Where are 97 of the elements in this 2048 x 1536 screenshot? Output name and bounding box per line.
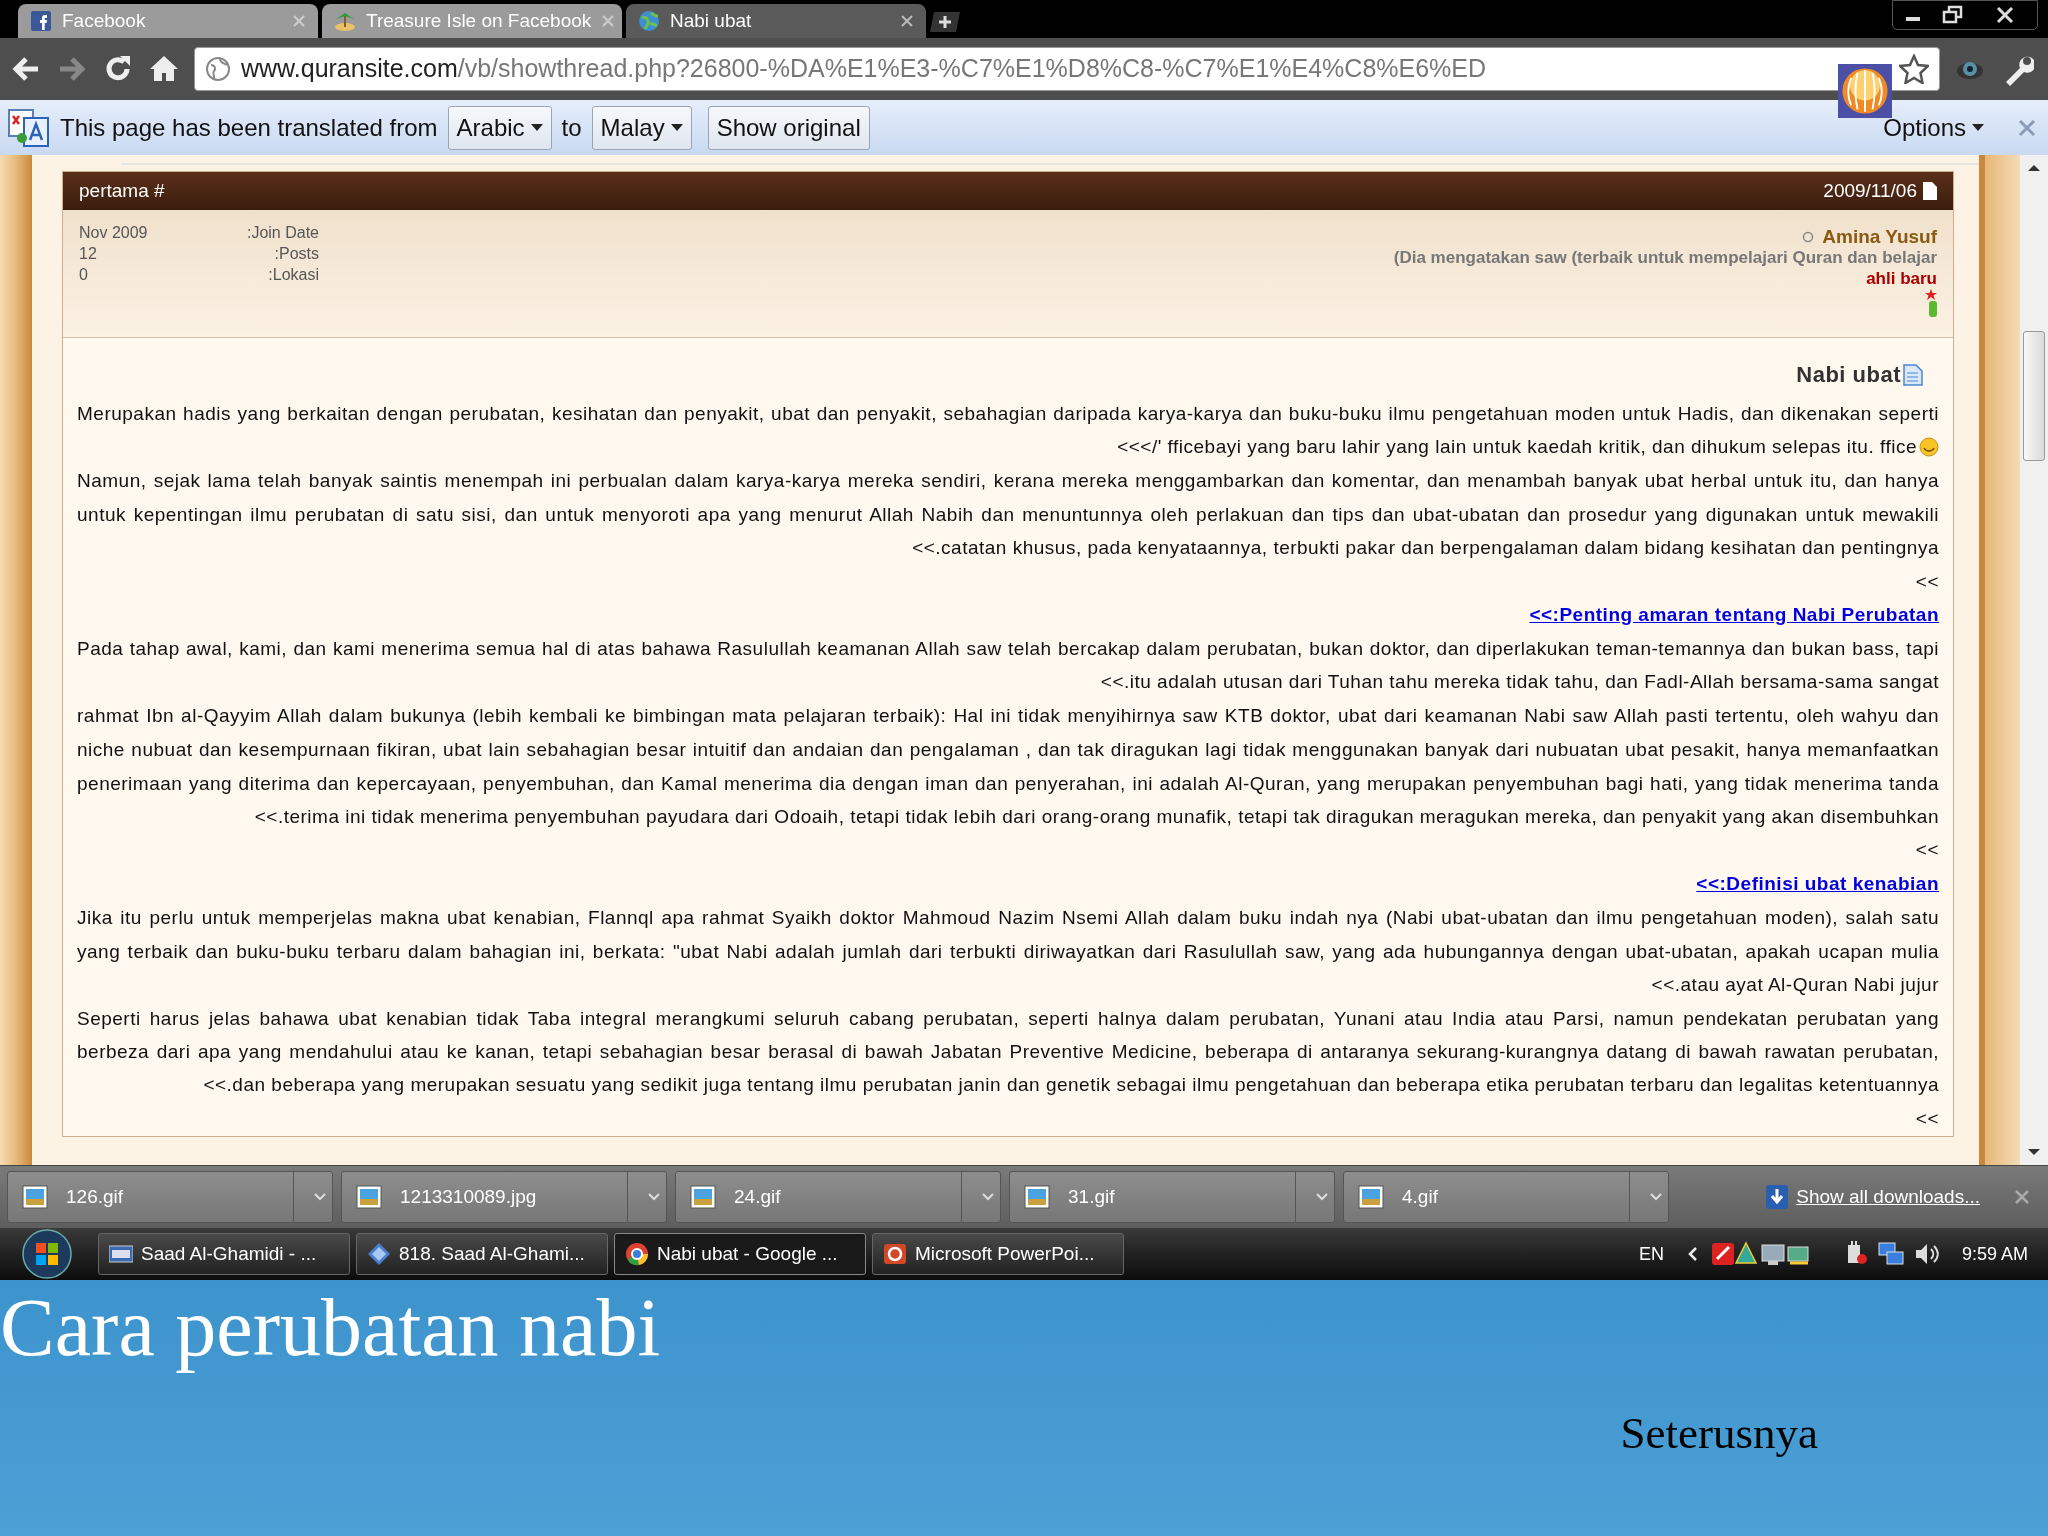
tab-label: Facebook	[62, 8, 147, 33]
caret-icon[interactable]	[646, 1192, 662, 1202]
image-file-icon	[1024, 1185, 1050, 1209]
translate-icon	[8, 107, 50, 148]
connector-text: to	[561, 112, 582, 143]
star-icon	[1925, 289, 1937, 301]
body-text-line: untuk kepentingan ilmu perubatan di satu sisi, dan untuk menyoroti apa yang menurut Allah Nabih dan menuntunnya oleh perlakuan dan tips dan ubat-ubatan dan prosedur yang digunakan untuk mewakili	[77, 502, 1939, 527]
body-text-line: <<.dan beberapa yang merupakan sesuatu yang sedikit juga tentang ilmu perubatan janin dan genetik sebagai ilmu pengetahuan dan beberapa etika perubatan terbaru dan legalitas ketentuannya	[203, 1073, 1939, 1098]
post-title: Nabi ubat	[1796, 361, 1901, 389]
taskbar-button[interactable]: Nabi ubat - Google ...	[614, 1233, 866, 1275]
reputation-bar-icon	[1929, 301, 1937, 317]
download-item[interactable]: 1213310089.jpg	[341, 1171, 667, 1223]
image-file-icon	[690, 1185, 716, 1209]
download-item[interactable]: 31.gif	[1009, 1171, 1335, 1223]
monitor-icon	[109, 1242, 133, 1266]
body-text-line: Namun, sejak lama telah banyak saintis menempah ini perbualan dalam karya-karya mereka sendiri, kerana mereka menggambarkan dan komentar, dan menambah banyak ubat herbal untuk itu, dan hanya	[77, 469, 1939, 494]
scrollbar[interactable]	[2020, 155, 2048, 1165]
status-dot-icon	[1802, 230, 1815, 243]
scroll-down-icon[interactable]	[2028, 1147, 2040, 1157]
network-icon[interactable]	[1877, 1241, 1904, 1267]
body-text-line: <<.itu adalah utusan dari Tuhan tahu mereka tidak tahu, dan Fadl-Allah bersama-sama sangat	[1100, 670, 1939, 695]
user-title: (Dia mengatakan saw (terbaik untuk mempelajari Quran dan belajar	[1393, 247, 1937, 268]
caret-icon[interactable]	[980, 1192, 996, 1202]
body-text-line: Pada tahap awal, kami, dan kami menerima semua hal di atas bahawa Rasulullah keamanan Allah saw telah bercakap dalam perubatan, bukan doktor, dan diperlakukan teman-temannya dan bukan bass, tapi	[77, 637, 1939, 662]
download-item[interactable]: 4.gif	[1343, 1171, 1669, 1223]
body-text-line: <<	[1915, 838, 1939, 863]
body-text-line: niche nubuat dan kesempurnaan fikiran, ubat lain sebahagian besar intuitif dan andaian dan pengalaman , dan tak diragukan lagi tidak menggunakan banyak dari nubuatan ubat pesakit, hanya memanfaatkan	[77, 737, 1939, 762]
body-text-line: <<.terima ini tidak menerima penyembuhan payudara dari Odoaih, tetapi tidak lebih dari orang-orang munafik, tetapi tak diragukan meragukan mereka, dan penyakit yang akan disembuhkan	[254, 804, 1939, 829]
post-date: 2009/11/06	[1823, 178, 1917, 203]
slides-icon	[883, 1242, 907, 1266]
section-link[interactable]: <<:Penting amaran tentang Nabi Perubatan	[1529, 601, 1939, 630]
body-text-line: penerimaan yang diterima dan kepercayaan, penyembuhan, dan Kamal menerima dia dengan iman dan penyerahan, ini adalah Al-Quran, yang merupakan penyembuhan bagi hati, yang tidak menerima tanda	[77, 771, 1939, 796]
diamond-icon	[367, 1242, 391, 1266]
body-text-line: <<	[1915, 569, 1939, 594]
slide-title: Cara perubatan nabi	[0, 1284, 661, 1372]
body-text-line: Seperti harus jelas bahawa ubat kenabian tidak Taba integral merangkumi seluruh cabang perubatan, seperti halnya dalam perubatan, Yunani atau India atau Parsi, namun pendekatan perubatan yang	[77, 1006, 1939, 1031]
globe-icon	[638, 10, 660, 32]
body-text-line: berbeza dari apa yang mendahului atau ke kanan, tetapi sebahagian besar berasal di bawah Jabatan Preventive Medicine, beberapa di antaranya sekurang-kurangnya datang di bawah rawatan perubatan,	[77, 1040, 1939, 1065]
browser-tab[interactable]: Nabi ubat	[626, 4, 926, 38]
image-file-icon	[22, 1185, 48, 1209]
body-text-line: <<.catatan khusus, pada kenyataannya, terbukti pakar dan berpengalaman dalam bidang kesihatan dan pentingnya	[912, 535, 1939, 560]
body-text-line: <<	[1915, 1107, 1939, 1131]
image-file-icon	[356, 1185, 382, 1209]
globe-icon	[205, 56, 231, 82]
clock-time[interactable]: 9:59 AM	[1961, 1240, 2028, 1268]
chevron-left-icon[interactable]	[1687, 1246, 1698, 1262]
show-all-downloads-link[interactable]: Show all downloads...	[1796, 1182, 1980, 1212]
translate-message: This page has been translated from	[60, 112, 438, 143]
body-text-line: <<.atau ayat Al-Quran Nabi jujur	[1651, 972, 1939, 997]
show-original-button[interactable]: Show original	[707, 105, 870, 150]
taskbar-button[interactable]: 818. Saad Al-Ghami...	[356, 1233, 608, 1275]
caret-icon	[530, 123, 543, 132]
info-value: 12	[79, 244, 98, 264]
power-icon[interactable]	[1845, 1241, 1868, 1267]
next-link[interactable]: Seterusnya	[1620, 1400, 1818, 1468]
tab-label: Treasure Isle on Facebook	[366, 8, 592, 33]
body-text-line: Jika itu perlu untuk memperjelas makna ubat kenabian, Flannql apa rahmat Syaikh doktor Mahmoud Nazim Nsemi Allah dalam buku indah nya (Nabi ubat-ubatan dan ilmu pengetahuan moden), salah satu	[77, 905, 1939, 930]
body-text-line: yang terbaik dan buku-buku terbaru dalam bahagian ini, berkata: "ubat Nabi adalah jumlah dari terbukti diriwayatkan dari Rasulullah saw, yang ada hubungannya dengan ubat-ubatan, apakah ucapan mulia	[77, 939, 1939, 964]
info-value: Nov 2009	[79, 223, 149, 243]
language-dropdown[interactable]: Arabic	[447, 105, 552, 150]
caret-icon[interactable]	[1648, 1192, 1664, 1202]
document-icon	[1903, 363, 1923, 386]
volume-icon[interactable]	[1913, 1242, 1940, 1266]
user-rank: ahli baru	[1866, 268, 1937, 289]
tab-label: Nabi ubat	[670, 8, 753, 33]
document-icon	[1923, 182, 1937, 200]
body-text-line: <<</' fficebayi yang baru lahir yang lain untuk kaedah kritik, dan dihukum selepas itu. ffice	[1117, 435, 1917, 460]
caret-icon[interactable]	[312, 1192, 328, 1202]
section-link[interactable]: <<:Definisi ubat kenabian	[1696, 869, 1939, 899]
taskbar-button[interactable]: Saad Al-Ghamidi - ...	[98, 1233, 350, 1275]
body-text-line: Merupakan hadis yang berkaitan dengan perubatan, kesihatan dan penyakit, ubat dan penyakit, sebahagian daripada karya-karya dan buku-buku ilmu pengetahuan moden untuk Hadis, dan dikenakan seperti	[77, 402, 1939, 426]
download-item[interactable]: 24.gif	[675, 1171, 1001, 1223]
info-label: :Join Date	[245, 223, 319, 243]
caret-icon	[1972, 123, 1984, 132]
image-file-icon	[1358, 1185, 1384, 1209]
taskbar-button[interactable]: Microsoft PowerPoi...	[872, 1233, 1124, 1275]
info-value: 0	[79, 265, 89, 285]
language-dropdown[interactable]: Malay	[591, 105, 692, 150]
star-icon[interactable]	[1899, 54, 1929, 84]
facebook-icon	[30, 10, 52, 32]
download-item[interactable]: 126.gif	[7, 1171, 333, 1223]
info-label: :Lokasi	[267, 265, 319, 285]
language-indicator[interactable]: EN	[1638, 1240, 1664, 1268]
url-text: www.quransite.com/vb/showthread.php?26800-%DA%E1%E3-%C7%E1%D8%C8-%C7%E1%E4%C8%E6%ED	[241, 53, 1488, 85]
username-link[interactable]: Amina Yusuf	[1822, 226, 1937, 247]
info-label: :Posts	[273, 244, 319, 264]
scroll-thumb[interactable]	[2023, 331, 2045, 461]
caret-icon[interactable]	[1314, 1192, 1330, 1202]
caret-icon	[670, 123, 683, 132]
palm-island-icon	[334, 10, 356, 32]
post-number: pertama #	[79, 178, 165, 203]
chrome-icon	[625, 1242, 649, 1266]
body-text-line: rahmat Ibn al-Qayyim Allah dalam bukunya (lebih kembali ke bimbingan mata pelajaran terbaik): Hal ini tidak menyihirnya saw KTB doktor, ubat dari keamanan Nabi saw Allah pasti tertentu, oleh wahyu dan	[77, 704, 1939, 729]
address-bar[interactable]: www.quransite.com/vb/showthread.php?26800-%DA%E1%E3-%C7%E1%D8%C8-%C7%E1%E4%C8%E6%ED	[194, 47, 1940, 91]
scroll-up-icon[interactable]	[2028, 163, 2040, 173]
download-icon	[1766, 1185, 1789, 1209]
options-button[interactable]: Options	[1883, 109, 1984, 146]
